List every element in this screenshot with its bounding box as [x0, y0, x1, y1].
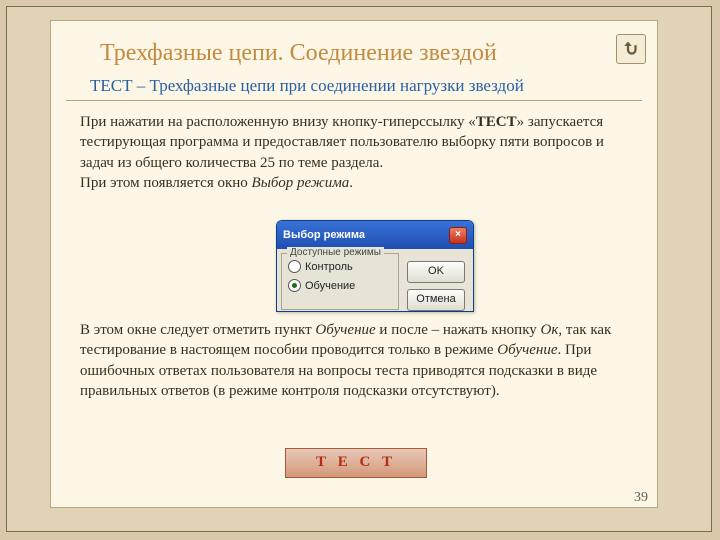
dialog-title-text: Выбор режима — [283, 229, 365, 241]
radio-icon — [288, 260, 301, 273]
p2-em3: Обучение — [497, 342, 557, 358]
ok-button[interactable]: OK — [407, 261, 465, 283]
radio-icon-checked — [288, 279, 301, 292]
page-title: Трехфазные цепи. Соединение звездой — [100, 40, 600, 67]
radio-label-learning: Обучение — [305, 280, 355, 292]
u-turn-icon — [622, 40, 640, 58]
paragraph-2: В этом окне следует отметить пункт Обуче… — [80, 320, 630, 401]
p1-test-strong: ТЕСТ — [476, 114, 517, 130]
paragraph-1: При нажатии на расположенную внизу кнопк… — [80, 112, 630, 193]
p2-t2: и после – нажать кнопку — [376, 322, 541, 338]
divider — [66, 100, 642, 101]
groupbox-title: Доступные режимы — [287, 247, 384, 258]
radio-label-control: Контроль — [305, 261, 353, 273]
page-subtitle: ТЕСТ – Трехфазные цепи при соединении на… — [90, 76, 630, 96]
test-button[interactable]: Т Е С Т — [285, 448, 427, 478]
modes-groupbox: Доступные режимы Контроль Обучение — [281, 253, 399, 310]
close-icon: × — [455, 229, 461, 240]
p2-em2: Ок — [541, 322, 559, 338]
dialog-buttons: OK Отмена — [407, 261, 465, 311]
p2-t0: В этом окне следует отметить пункт — [80, 322, 315, 338]
dialog-body: Доступные режимы Контроль Обучение OK От… — [277, 249, 473, 315]
p2-em1: Обучение — [315, 322, 375, 338]
dialog-titlebar: Выбор режима × — [277, 221, 473, 249]
p1-t3: При этом появляется окно — [80, 175, 252, 191]
p1-t0: При нажатии на расположенную внизу кнопк… — [80, 114, 476, 130]
back-button[interactable] — [616, 34, 646, 64]
page-number: 39 — [634, 490, 648, 506]
mode-dialog: Выбор режима × Доступные режимы Контроль… — [276, 220, 474, 312]
p1-window-em: Выбор режима — [252, 175, 350, 191]
radio-row-control[interactable]: Контроль — [288, 260, 398, 273]
p1-t5: . — [349, 175, 353, 191]
dialog-close-button[interactable]: × — [449, 227, 467, 244]
cancel-button[interactable]: Отмена — [407, 289, 465, 311]
radio-row-learning[interactable]: Обучение — [288, 279, 398, 292]
